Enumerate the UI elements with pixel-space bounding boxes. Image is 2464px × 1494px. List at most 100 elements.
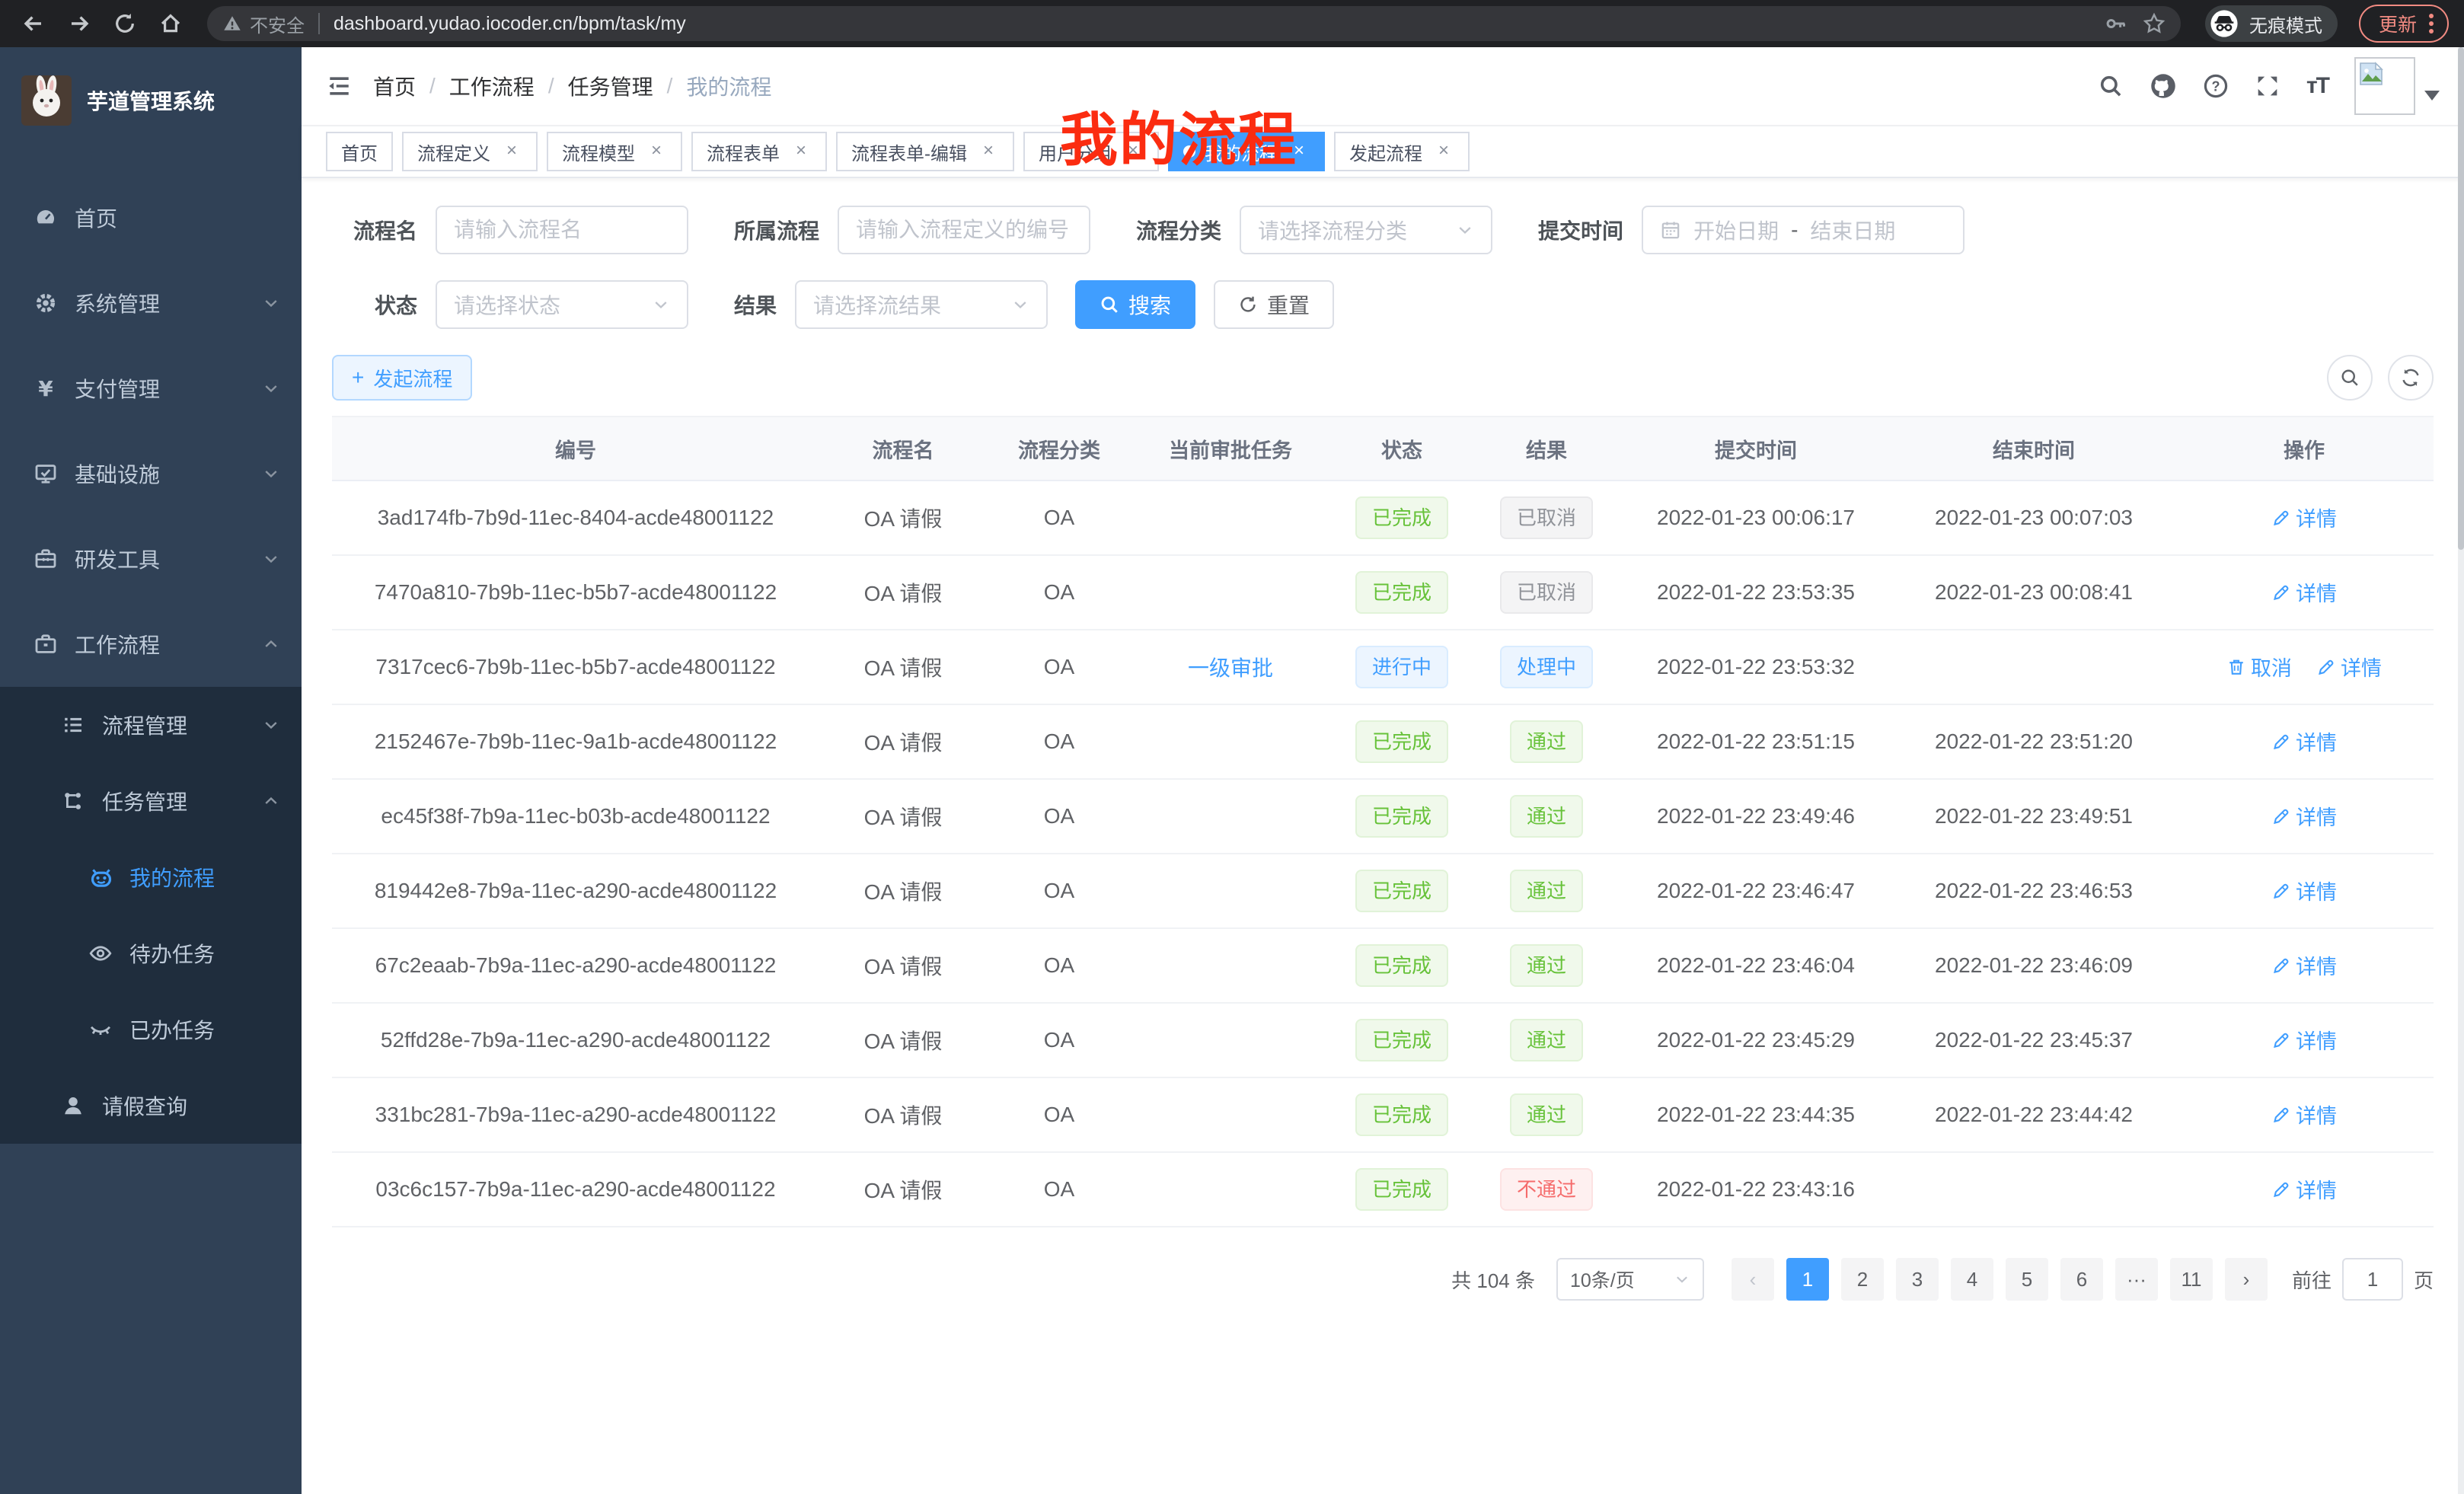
detail-action[interactable]: 详情 [2271,1025,2337,1055]
sidebar-item-todo-task[interactable]: 待办任务 [0,915,302,991]
page-button-3[interactable]: 3 [1896,1258,1939,1301]
sidebar-item-leave-query[interactable]: 请假查询 [0,1068,302,1144]
column-header: 结束时间 [1893,417,2175,480]
detail-action[interactable]: 详情 [2271,577,2337,607]
tab-home[interactable]: 首页 [326,132,393,171]
svg-text:?: ? [2211,78,2220,94]
date-range-picker[interactable]: 开始日期 - 结束日期 [1642,206,1964,254]
address-bar[interactable]: 不安全 dashboard.yudao.iocoder.cn/bpm/task/… [207,6,2181,41]
result-select[interactable]: 请选择流结果 [795,280,1048,329]
close-icon[interactable]: × [501,141,522,162]
detail-action[interactable]: 详情 [2271,950,2337,980]
search-icon[interactable] [2098,73,2124,99]
cell-category: OA [987,555,1131,630]
close-icon[interactable]: × [646,141,667,162]
browser-toolbar: 不安全 dashboard.yudao.iocoder.cn/bpm/task/… [0,0,2464,47]
table-search-icon[interactable] [2327,355,2373,401]
avatar-caret-icon[interactable] [2424,91,2440,101]
goto-page-input[interactable] [2342,1258,2403,1301]
fullscreen-icon[interactable] [2255,73,2280,99]
page-button-2[interactable]: 2 [1841,1258,1884,1301]
detail-action[interactable]: 详情 [2316,652,2382,682]
category-select[interactable]: 请选择流程分类 [1240,206,1492,254]
scrollbar-thumb[interactable] [2458,47,2464,550]
process-definition-input[interactable] [838,206,1090,254]
cell-end-time [1893,1152,2175,1227]
password-key-icon[interactable] [2105,12,2127,35]
cell-status: 进行中 [1329,630,1474,704]
detail-action[interactable]: 详情 [2271,1100,2337,1129]
prev-page-button[interactable]: ‹ [1732,1258,1774,1301]
cell-category: OA [987,1003,1131,1077]
reset-button[interactable]: 重置 [1214,280,1334,329]
process-name-input[interactable] [436,206,688,254]
breadcrumb-home[interactable]: 首页 [373,71,416,101]
page-size-select[interactable]: 10条/页 [1556,1258,1704,1301]
detail-action[interactable]: 详情 [2271,503,2337,532]
close-icon[interactable]: × [978,141,999,162]
tab-process-definition[interactable]: 流程定义× [402,132,538,171]
detail-action[interactable]: 详情 [2271,876,2337,905]
yen-icon: ¥ [34,376,58,401]
sidebar-item-payment[interactable]: ¥支付管理 [0,346,302,431]
avatar[interactable] [2354,57,2415,115]
back-icon[interactable] [15,5,52,42]
sidebar-item-system[interactable]: 系统管理 [0,260,302,346]
reload-icon[interactable] [107,5,143,42]
hamburger-fold-icon[interactable] [326,73,352,99]
start-process-button[interactable]: + 发起流程 [332,355,472,401]
detail-action[interactable]: 详情 [2271,801,2337,831]
detail-action[interactable]: 详情 [2271,726,2337,756]
more-pages-button[interactable]: ··· [2115,1258,2158,1301]
current-task-link[interactable]: 一级审批 [1188,656,1273,680]
bookmark-star-icon[interactable] [2143,12,2166,35]
breadcrumb-task-mgmt[interactable]: 任务管理 [568,71,653,101]
sidebar-item-workflow[interactable]: 工作流程 [0,602,302,687]
sidebar-item-task-mgmt[interactable]: 任务管理 [0,763,302,839]
end-date-placeholder[interactable]: 结束日期 [1810,215,1895,245]
status-label: 状态 [375,289,417,320]
page-button-11[interactable]: 11 [2170,1258,2213,1301]
page-button-6[interactable]: 6 [2060,1258,2103,1301]
github-icon[interactable] [2150,72,2177,100]
detail-action[interactable]: 详情 [2271,1174,2337,1204]
cell-submit-time: 2022-01-22 23:46:47 [1619,854,1893,928]
sidebar-item-home[interactable]: 首页 [0,175,302,260]
cell-process-name: OA 请假 [819,928,987,1003]
scrollbar[interactable] [2458,47,2464,1494]
browser-menu-icon[interactable] [2429,14,2434,34]
cancel-action[interactable]: 取消 [2226,652,2292,682]
tab-start-process[interactable]: 发起流程× [1334,132,1470,171]
tab-process-model[interactable]: 流程模型× [547,132,682,171]
sidebar-item-done-task[interactable]: 已办任务 [0,991,302,1068]
status-select[interactable]: 请选择状态 [436,280,688,329]
app-logo[interactable]: 芋道管理系统 [0,47,302,154]
chevron-down-icon [1011,295,1029,314]
cell-end-time: 2022-01-22 23:44:42 [1893,1077,2175,1152]
tab-process-form-edit[interactable]: 流程表单-编辑× [836,132,1014,171]
close-icon[interactable]: × [790,141,812,162]
update-button[interactable]: 更新 [2359,5,2449,43]
sidebar-item-devtools[interactable]: 研发工具 [0,516,302,602]
close-icon[interactable]: × [1433,141,1454,162]
security-label[interactable]: 不安全 [250,11,305,37]
forward-icon[interactable] [61,5,97,42]
sidebar-item-my-process[interactable]: 我的流程 [0,839,302,915]
font-size-icon[interactable]: тT [2306,73,2328,99]
sidebar-item-process-mgmt[interactable]: 流程管理 [0,687,302,763]
home-icon[interactable] [152,5,189,42]
page-button-4[interactable]: 4 [1951,1258,1993,1301]
cell-category: OA [987,779,1131,854]
breadcrumb-workflow[interactable]: 工作流程 [449,71,535,101]
start-date-placeholder[interactable]: 开始日期 [1693,215,1779,245]
next-page-button[interactable]: › [2225,1258,2268,1301]
page-button-1[interactable]: 1 [1786,1258,1829,1301]
url-text[interactable]: dashboard.yudao.iocoder.cn/bpm/task/my [334,13,2089,35]
result-badge: 通过 [1510,944,1583,987]
sidebar-item-infra[interactable]: 基础设施 [0,431,302,516]
tab-process-form[interactable]: 流程表单× [691,132,827,171]
page-button-5[interactable]: 5 [2006,1258,2048,1301]
help-icon[interactable]: ? [2203,73,2229,99]
search-button[interactable]: 搜索 [1075,280,1195,329]
table-refresh-icon[interactable] [2388,355,2434,401]
